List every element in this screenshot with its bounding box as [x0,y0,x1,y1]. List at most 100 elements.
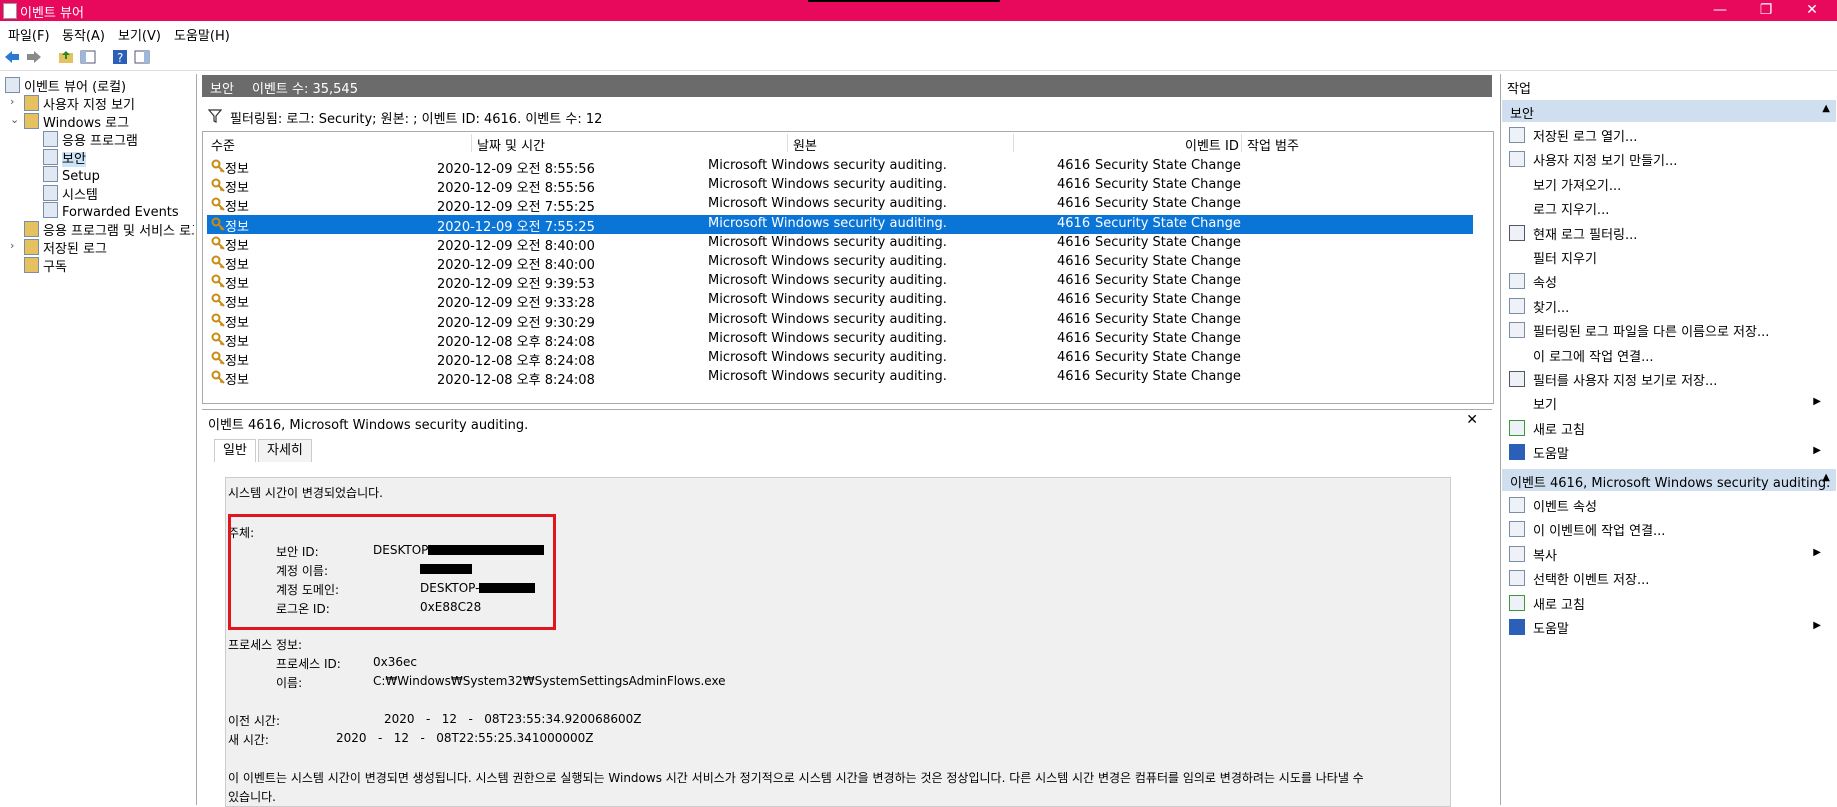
tree-item-saved-logs[interactable]: › 저장된 로그 [10,238,107,257]
table-row[interactable]: 정보 2020-12-09 오전 8:40:00 Microsoft Windows… [207,253,1473,273]
action-item[interactable]: 사용자 지정 보기 만들기... [1509,148,1829,170]
chevron-right-icon[interactable]: › [10,95,14,108]
column-header-datetime[interactable]: 날짜 및 시간 [477,135,545,154]
action-label: 이 이벤트에 작업 연결... [1533,524,1666,540]
tree-item-app-services-logs[interactable]: ›응용 프로그램 및 서비스 로그 [24,220,194,238]
cell-source: Microsoft Windows security auditing. [708,292,947,308]
cell-level: 정보 [225,354,249,369]
tree-label: 시스템 [62,188,98,203]
key-icon [211,332,225,346]
action-item[interactable]: 필터를 사용자 지정 보기로 저장... [1509,368,1829,389]
menu-help[interactable]: 도움말(H) [174,25,230,44]
collapse-caret-icon[interactable]: ▲ [1822,472,1830,483]
tab-general[interactable]: 일반 [214,439,256,462]
title-notch [808,0,1000,2]
actions-section-security[interactable]: 보안 ▲ [1502,100,1836,122]
action-item[interactable]: 보기 가져오기... [1509,173,1829,194]
action-item[interactable]: 새로 고침 [1509,417,1829,438]
action-item[interactable]: 도움말 ▶ [1509,441,1829,462]
cell-task-category: Security State Change [1095,234,1241,250]
action-label: 로그 지우기... [1533,203,1610,219]
chevron-down-icon[interactable]: ⌄ [10,113,19,126]
detail-tabs: 일반 자세히 [202,437,1492,463]
table-row[interactable]: 정보 2020-12-09 오전 9:33:28 Microsoft Windows… [207,291,1473,311]
action-item[interactable]: 이 로그에 작업 연결... [1509,344,1829,365]
table-row[interactable]: 정보 2020-12-09 오전 7:55:25 Microsoft Windows… [207,195,1473,216]
process-id-label: 프로세스 ID: [276,657,341,671]
show-hide-console-tree-icon[interactable] [80,49,96,65]
tab-details[interactable]: 자세히 [258,439,312,462]
tree-item-windows-logs[interactable]: ⌄ Windows 로그 [10,112,129,131]
show-hide-action-pane-icon[interactable] [134,49,150,65]
column-header-event-id[interactable]: 이벤트 ID [1185,135,1239,154]
cell-level: 정보 [225,200,249,216]
table-row[interactable]: 정보 2020-12-09 오전 7:55:25 Microsoft Windows… [207,214,1473,235]
close-button[interactable]: ✕ [1789,0,1835,21]
tree-item-subscriptions[interactable]: 구독 [24,256,67,275]
tree-label: 구독 [43,260,67,275]
cell-task-category: Security State Change [1095,215,1241,231]
minimize-button[interactable]: — [1697,0,1743,21]
process-name-label: 이름: [276,676,303,690]
column-separator [471,134,472,152]
section-label: 보안 [1510,107,1534,122]
cell-event-id: 4616 [1057,330,1091,346]
collapse-caret-icon[interactable]: ▲ [1822,103,1830,114]
event-action-item[interactable]: 이벤트 속성 [1509,494,1829,515]
menu-file[interactable]: 파일(F) [8,25,50,44]
action-label: 사용자 지정 보기 만들기... [1533,154,1678,170]
event-action-item[interactable]: 도움말 ▶ [1509,616,1829,637]
action-item[interactable]: 현재 로그 필터링... [1509,222,1829,243]
tree-item-system[interactable]: 시스템 [43,184,98,203]
forward-arrow-icon[interactable] [26,49,42,65]
event-action-item[interactable]: 선택한 이벤트 저장... [1509,567,1829,588]
action-item[interactable]: 필터 지우기 [1509,246,1829,267]
action-item[interactable]: 찾기... [1509,295,1829,316]
tree-item-security[interactable]: 보안 [43,148,86,167]
column-header-source[interactable]: 원본 [793,135,817,154]
cell-source: Microsoft Windows security auditing. [708,311,947,327]
table-row[interactable]: 정보 2020-12-09 오전 8:55:56 Microsoft Windows… [207,176,1473,196]
action-item[interactable]: 저장된 로그 열기... [1509,124,1829,145]
menu-action[interactable]: 동작(A) [62,25,105,44]
table-row[interactable]: 정보 2020-12-09 오전 8:40:00 Microsoft Windows… [207,234,1473,254]
help-icon[interactable]: ? [112,49,128,65]
tree-item-root[interactable]: 이벤트 뷰어 (로컬) [5,76,126,95]
column-header-task-category[interactable]: 작업 범주 [1247,135,1299,154]
summary-text: 시스템 시간이 변경되었습니다. [228,486,383,500]
chevron-right-icon[interactable]: › [10,239,14,252]
table-row[interactable]: 정보 2020-12-09 오전 8:55:56 Microsoft Windows… [207,157,1473,177]
action-label: 이 로그에 작업 연결... [1533,349,1654,365]
tree-item-forwarded-events[interactable]: Forwarded Events [43,202,179,220]
action-item[interactable]: 보기 ▶ [1509,392,1829,413]
table-row[interactable]: 정보 2020-12-08 오후 8:24:08 Microsoft Windows… [207,349,1473,369]
menu-view[interactable]: 보기(V) [118,25,161,44]
cell-datetime: 2020-12-08 오후 8:24:08 [437,334,595,350]
description-line-1: 이 이벤트는 시스템 시간이 변경되면 생성됩니다. 시스템 권한으로 실행되는… [228,771,1364,785]
maximize-button[interactable]: ❐ [1743,0,1789,21]
action-item[interactable]: 필터링된 로그 파일을 다른 이름으로 저장... [1509,319,1829,340]
tree-item-custom-views[interactable]: › 사용자 지정 보기 [10,94,135,113]
close-detail-button[interactable]: ✕ [1466,412,1478,428]
find-icon [1509,297,1525,314]
action-item[interactable]: 로그 지우기... [1509,197,1829,219]
cell-task-category: Security State Change [1095,292,1241,308]
table-row[interactable]: 정보 2020-12-09 오전 9:30:29 Microsoft Windows… [207,311,1473,331]
event-action-item[interactable]: 새로 고침 [1509,592,1829,613]
column-header-level[interactable]: 수준 [211,135,235,154]
tree-label: 응용 프로그램 [62,134,138,149]
table-row[interactable]: 정보 2020-12-09 오전 9:39:53 Microsoft Windows… [207,272,1473,292]
event-action-item[interactable]: 이 이벤트에 작업 연결... [1509,518,1829,540]
table-row[interactable]: 정보 2020-12-08 오후 8:24:08 Microsoft Windows… [207,368,1473,388]
action-item[interactable]: 속성 [1509,270,1829,291]
log-header: 보안 이벤트 수: 35,545 [202,75,1492,97]
tree-item-application[interactable]: 응용 프로그램 [43,130,138,149]
subscription-icon [24,257,39,273]
table-row[interactable]: 정보 2020-12-08 오후 8:24:08 Microsoft Windows… [207,330,1473,350]
tree-item-setup[interactable]: Setup [43,166,100,184]
actions-section-event[interactable]: 이벤트 4616, Microsoft Windows security aud… [1502,469,1836,491]
up-folder-icon[interactable] [58,49,74,65]
key-icon [211,255,225,269]
back-arrow-icon[interactable] [4,49,20,65]
event-action-item[interactable]: 복사 ▶ [1509,543,1829,564]
